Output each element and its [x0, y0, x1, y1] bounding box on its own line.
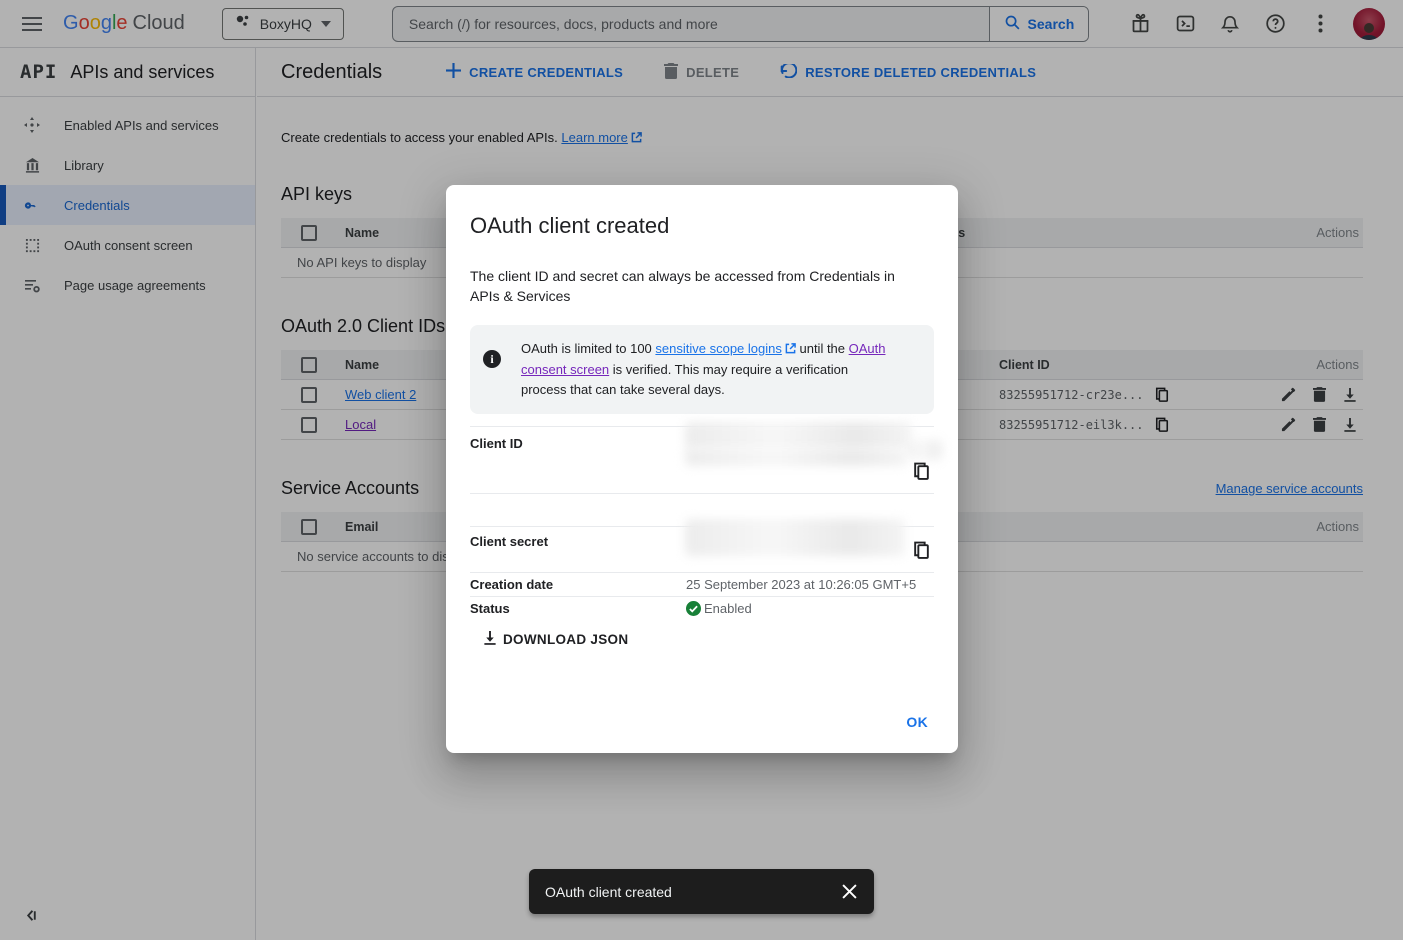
redacted-client-id-blur	[685, 422, 912, 449]
status-row: Status Enabled	[470, 596, 934, 620]
dialog-detail-rows: Client ID Client secret Creation date 25…	[470, 426, 934, 620]
download-json-button[interactable]: DOWNLOAD JSON	[483, 630, 628, 648]
info-banner: i OAuth is limited to 100 sensitive scop…	[470, 325, 934, 414]
creation-date-value: 25 September 2023 at 10:26:05 GMT+5	[686, 577, 916, 592]
status-badge: Enabled	[686, 601, 752, 616]
check-circle-icon	[686, 601, 701, 616]
redacted-client-secret-blur	[685, 519, 905, 556]
client-id-label: Client ID	[470, 427, 686, 493]
snackbar-message: OAuth client created	[545, 884, 672, 900]
creation-date-label: Creation date	[470, 577, 686, 592]
copy-client-id-icon[interactable]	[913, 462, 931, 480]
status-label: Status	[470, 601, 686, 616]
ok-button[interactable]: OK	[906, 714, 928, 730]
creation-date-row: Creation date 25 September 2023 at 10:26…	[470, 572, 934, 596]
sensitive-scope-logins-link[interactable]: sensitive scope logins	[655, 341, 781, 356]
external-link-icon	[785, 340, 796, 360]
oauth-client-created-dialog: OAuth client created The client ID and s…	[446, 185, 958, 753]
close-icon[interactable]	[840, 883, 858, 901]
redacted-client-id-blur	[685, 448, 907, 466]
status-value: Enabled	[704, 601, 752, 616]
copy-client-secret-icon[interactable]	[913, 541, 931, 559]
client-secret-label: Client secret	[470, 527, 686, 572]
dialog-title: OAuth client created	[470, 213, 934, 239]
snackbar-toast: OAuth client created	[529, 869, 874, 914]
info-text: OAuth is limited to 100 sensitive scope …	[521, 339, 897, 400]
redacted-client-id-blur	[908, 440, 944, 460]
download-icon	[483, 630, 497, 648]
info-icon: i	[483, 350, 501, 368]
dialog-subtitle: The client ID and secret can always be a…	[470, 266, 918, 306]
